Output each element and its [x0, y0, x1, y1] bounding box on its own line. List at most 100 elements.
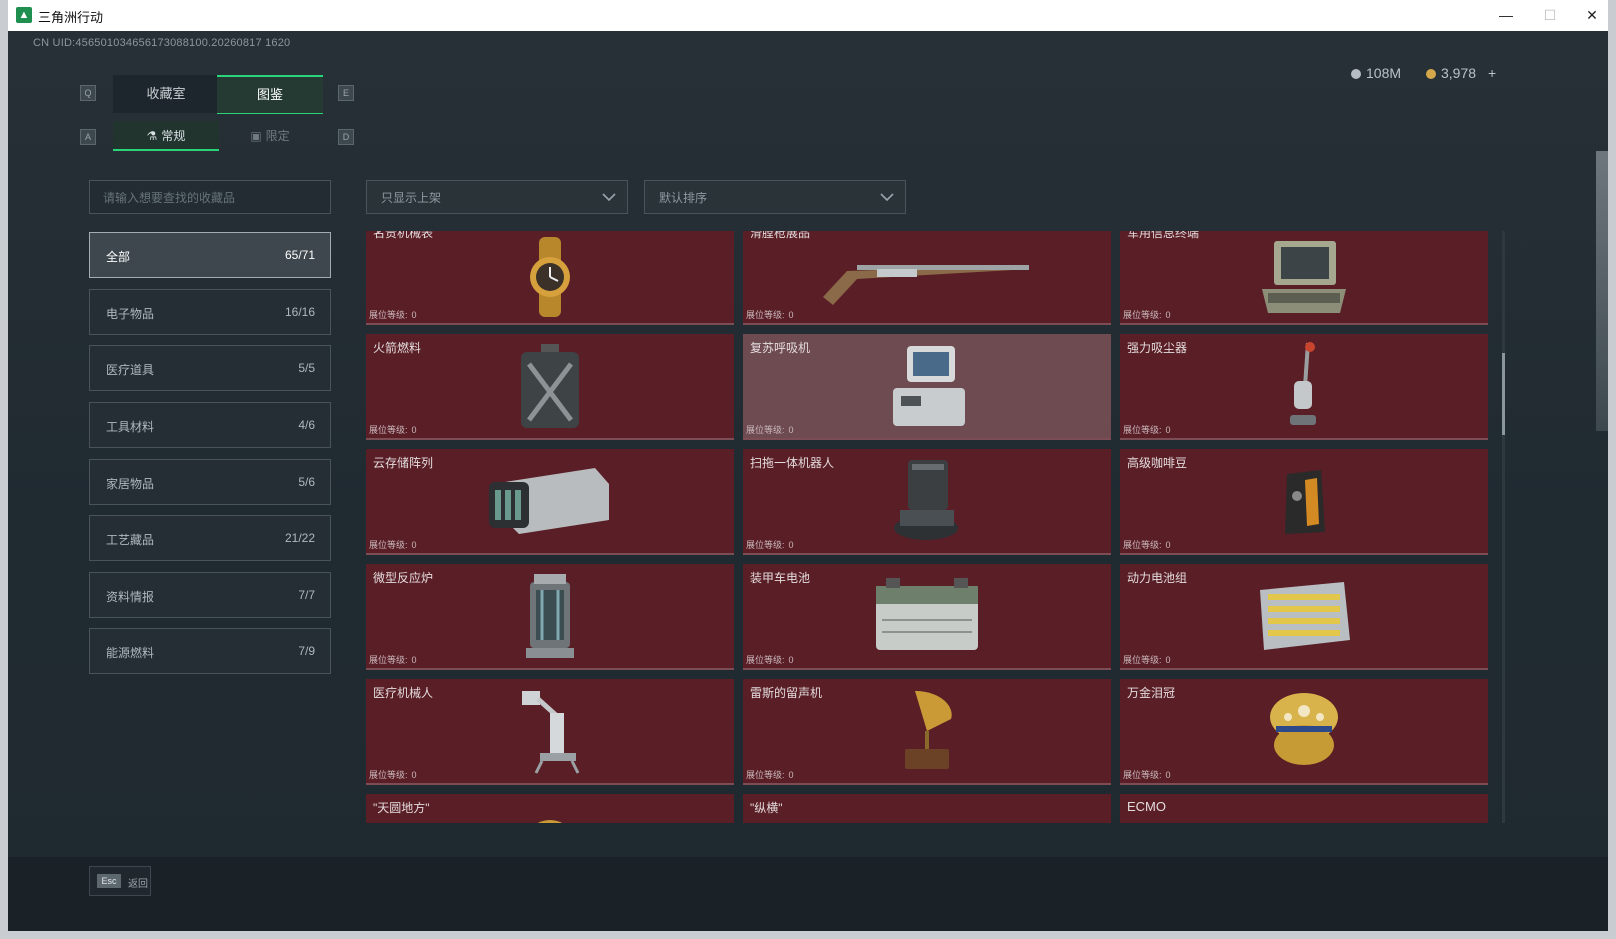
minimize-button[interactable]: — — [1486, 4, 1526, 26]
coffee-bag-icon — [1285, 470, 1325, 534]
item-card[interactable]: "天圆地方" 展位等级:0 — [366, 794, 734, 823]
item-card[interactable]: ECMO 展位等级:0 — [1120, 794, 1488, 823]
category-all[interactable]: 全部 65/71 — [89, 232, 331, 278]
exhibit-level: 展位等级: 0 — [746, 770, 794, 780]
key-hint-e: E — [338, 85, 354, 101]
tab-collection-room[interactable]: 收藏室 — [113, 75, 219, 113]
category-name: 电子物品 — [106, 307, 155, 321]
tab-catalog[interactable]: 图鉴 — [217, 75, 323, 114]
jeweled-egg-icon — [1270, 693, 1338, 765]
exhibit-level: 展位等级: 0 — [746, 655, 794, 665]
category-count: 5/5 — [298, 361, 315, 375]
item-card[interactable]: 装甲车电池 展位等级: 0 — [743, 564, 1111, 670]
item-card[interactable]: 动力电池组 展位等级: 0 — [1120, 564, 1488, 670]
item-card[interactable]: 强力吸尘器 展位等级: 0 — [1120, 334, 1488, 440]
category-medical[interactable]: 医疗道具 5/5 — [89, 345, 331, 391]
window-titlebar: ▲ 三角洲行动 — ☐ ✕ — [8, 0, 1608, 31]
grid-scrollbar[interactable] — [1502, 231, 1505, 823]
item-card[interactable]: 云存储阵列 展位等级: 0 — [366, 449, 734, 555]
search-input[interactable]: 请输入想要查找的收藏品 — [89, 180, 331, 214]
category-count: 16/16 — [284, 305, 315, 319]
item-name: 扫拖一体机器人 — [750, 456, 835, 470]
category-electronics[interactable]: 电子物品 16/16 — [89, 289, 331, 335]
item-name: 火箭燃料 — [373, 341, 422, 355]
key-hint-d: D — [338, 129, 354, 145]
item-card[interactable]: 滑膛枪展品 展位等级: 0 — [743, 231, 1111, 325]
item-name: 强力吸尘器 — [1127, 341, 1188, 355]
category-name: 全部 — [106, 250, 131, 264]
subtab-limited-label: 限定 — [265, 129, 290, 143]
subtab-limited[interactable]: ▣ 限定 — [217, 121, 323, 151]
item-card[interactable]: 军用信息终端 展位等级: 0 — [1120, 231, 1488, 325]
key-hint-q: Q — [80, 85, 96, 101]
gold-amount: 3,978 — [1441, 65, 1477, 81]
vacuum-icon — [1290, 342, 1316, 425]
item-name: 装甲车电池 — [750, 571, 811, 585]
category-fuel[interactable]: 能源燃料 7/9 — [89, 628, 331, 674]
item-name: 军用信息终端 — [1127, 231, 1200, 240]
item-name: 名贵机械表 — [373, 231, 434, 240]
flask-icon: ⚗ — [146, 129, 158, 143]
medical-robot-icon — [522, 691, 580, 774]
item-name: 复苏呼吸机 — [750, 341, 811, 355]
exhibit-level: 展位等级: 0 — [369, 310, 417, 320]
item-card[interactable]: 高级咖啡豆 展位等级: 0 — [1120, 449, 1488, 555]
esc-key-hint: Esc — [97, 874, 121, 888]
chevron-down-icon — [602, 193, 616, 202]
item-card[interactable]: 扫拖一体机器人 展位等级: 0 — [743, 449, 1111, 555]
category-tools[interactable]: 工具材料 4/6 — [89, 402, 331, 448]
category-crafts[interactable]: 工艺藏品 21/22 — [89, 515, 331, 561]
item-card[interactable]: "纵横" 展位等级:0 — [743, 794, 1111, 823]
window-title: 三角洲行动 — [38, 10, 104, 25]
item-name: 高级咖啡豆 — [1127, 456, 1188, 470]
close-button[interactable]: ✕ — [1572, 4, 1612, 26]
collection-grid: 名贵机械表 展位等级: 0 滑膛枪展品 展位等级: 0 军用信息终端 展位等级: 0 … — [366, 231, 1506, 823]
key-hint-a: A — [80, 129, 96, 145]
item-card[interactable]: 名贵机械表 展位等级: 0 — [366, 231, 734, 325]
musket-icon — [823, 265, 1029, 306]
item-card[interactable]: 微型反应炉 展位等级: 0 — [366, 564, 734, 670]
exhibit-level: 展位等级: 0 — [746, 540, 794, 550]
category-intel[interactable]: 资料情报 7/7 — [89, 572, 331, 618]
item-card[interactable]: 火箭燃料 展位等级: 0 — [366, 334, 734, 440]
category-name: 工具材料 — [106, 420, 155, 434]
scrollbar-thumb[interactable] — [1502, 353, 1505, 435]
silver-coin-icon — [1351, 69, 1361, 79]
exhibit-level: 展位等级: 0 — [1123, 425, 1171, 435]
exhibit-level: 展位等级: 0 — [1123, 770, 1171, 780]
image-icon: ▣ — [250, 129, 262, 143]
item-card[interactable]: 万金泪冠 展位等级: 0 — [1120, 679, 1488, 785]
category-name: 工艺藏品 — [106, 533, 155, 547]
app-logo-icon: ▲ — [16, 7, 32, 23]
back-button[interactable]: Esc 返回 — [89, 866, 151, 896]
exhibit-level: 展位等级: 0 — [369, 540, 417, 550]
maximize-button[interactable]: ☐ — [1530, 4, 1570, 26]
silver-amount: 108M — [1366, 65, 1402, 81]
item-name: 万金泪冠 — [1127, 686, 1176, 700]
sort-value: 默认排序 — [659, 191, 708, 205]
item-card[interactable]: 医疗机械人 展位等级: 0 — [366, 679, 734, 785]
subtab-regular[interactable]: ⚗ 常规 — [113, 121, 219, 151]
gold-coin-icon — [1426, 69, 1436, 79]
uid-text: CN UID:456501034656173088100.20260817 16… — [33, 37, 291, 49]
ventilator-icon — [893, 346, 965, 426]
item-name: "纵横" — [750, 801, 783, 815]
add-currency-button[interactable]: + — [1488, 65, 1496, 81]
category-household[interactable]: 家居物品 5/6 — [89, 459, 331, 505]
back-label: 返回 — [128, 879, 148, 890]
exhibit-level: 展位等级: 0 — [369, 770, 417, 780]
game-screen: CN UID:456501034656173088100.20260817 16… — [8, 31, 1608, 931]
item-card[interactable]: 复苏呼吸机 展位等级: 0 — [743, 334, 1111, 440]
sort-dropdown[interactable]: 默认排序 — [644, 180, 906, 214]
decorative-edge — [1596, 151, 1608, 431]
battery-pack-icon — [1260, 582, 1350, 650]
watch-icon — [530, 237, 570, 318]
ecmo-icon — [1284, 812, 1324, 823]
shelf-filter-dropdown[interactable]: 只显示上架 — [366, 180, 628, 214]
item-card[interactable]: 雷斯的留声机 展位等级: 0 — [743, 679, 1111, 785]
exhibit-level: 展位等级: 0 — [369, 655, 417, 665]
category-count: 65/71 — [284, 248, 315, 262]
exhibit-level: 展位等级: 0 — [369, 425, 417, 435]
chevron-down-icon — [880, 193, 894, 202]
robot-vacuum-icon — [894, 460, 958, 540]
